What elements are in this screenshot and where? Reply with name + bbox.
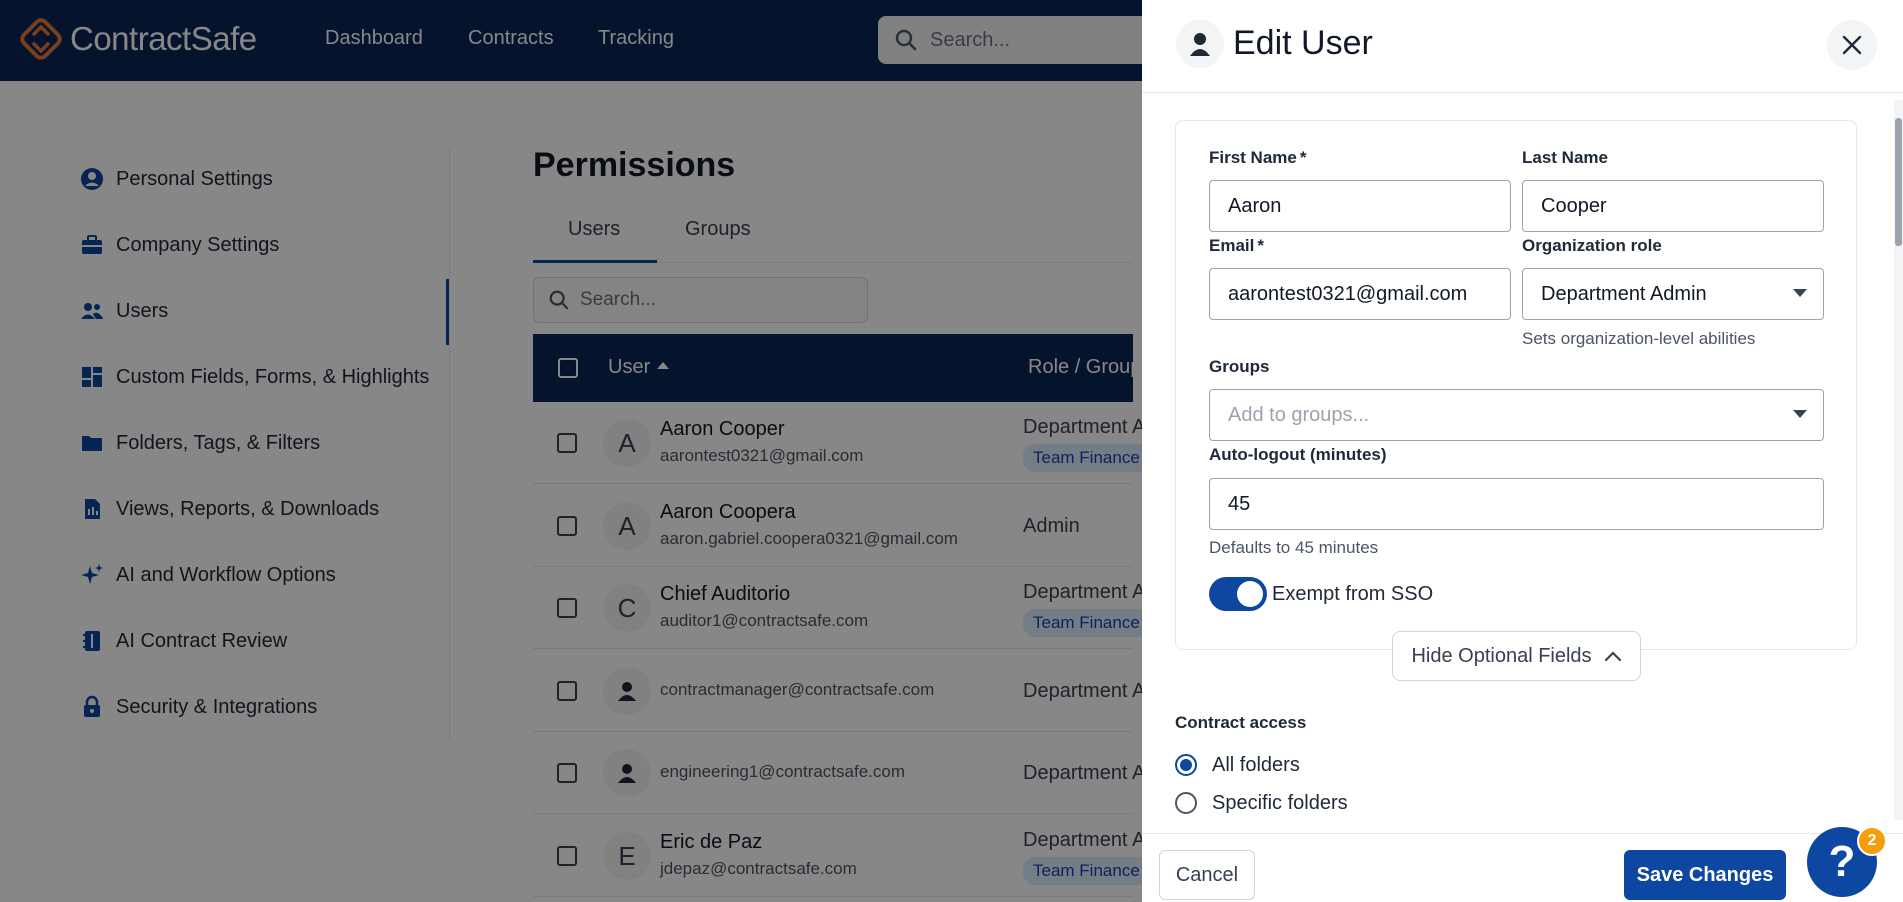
chevron-down-icon <box>1793 289 1807 297</box>
close-icon <box>1842 35 1862 55</box>
radio-specific-folders[interactable] <box>1175 792 1197 814</box>
hide-optional-fields-label: Hide Optional Fields <box>1411 644 1592 667</box>
toggle-knob <box>1237 581 1263 607</box>
radio-all-folders[interactable] <box>1175 754 1197 776</box>
drawer-header: Edit User <box>1142 0 1903 93</box>
groups-select[interactable]: Add to groups... <box>1209 389 1824 441</box>
first-name-field[interactable]: Aaron <box>1209 180 1511 232</box>
auto-logout-hint: Defaults to 45 minutes <box>1209 538 1379 557</box>
cancel-button[interactable]: Cancel <box>1159 850 1255 900</box>
email-field[interactable]: aarontest0321@gmail.com <box>1209 268 1511 320</box>
help-icon: ? <box>1828 837 1856 886</box>
drawer-scrollbar-thumb[interactable] <box>1895 118 1902 246</box>
organization-role-hint: Sets organization-level abilities <box>1522 329 1756 348</box>
exempt-sso-toggle[interactable] <box>1209 577 1267 611</box>
first-name-label-text: First Name <box>1209 148 1297 167</box>
radio-specific-folders-label[interactable]: Specific folders <box>1212 792 1348 815</box>
required-mark: * <box>1257 236 1264 255</box>
groups-placeholder: Add to groups... <box>1228 403 1370 426</box>
organization-role-label: Organization role <box>1522 236 1662 255</box>
first-name-label: First Name * <box>1209 148 1307 168</box>
save-changes-button[interactable]: Save Changes <box>1624 850 1786 900</box>
close-button[interactable] <box>1827 20 1877 70</box>
chevron-down-icon <box>1793 410 1807 418</box>
email-label-text: Email <box>1209 236 1255 255</box>
radio-all-folders-label[interactable]: All folders <box>1212 754 1300 777</box>
auto-logout-label: Auto-logout (minutes) <box>1209 445 1387 464</box>
hide-optional-fields-button[interactable]: Hide Optional Fields <box>1392 631 1641 681</box>
chevron-up-icon <box>1604 651 1621 662</box>
required-mark: * <box>1299 148 1307 167</box>
help-notification-badge: 2 <box>1857 826 1887 856</box>
groups-label: Groups <box>1209 357 1270 376</box>
organization-role-select[interactable]: Department Admin <box>1522 268 1824 320</box>
auto-logout-field[interactable]: 45 <box>1209 478 1824 530</box>
last-name-label: Last Name <box>1522 148 1608 167</box>
drawer-footer <box>1142 833 1903 902</box>
exempt-sso-label: Exempt from SSO <box>1272 583 1434 605</box>
organization-role-value: Department Admin <box>1541 282 1707 305</box>
email-label: Email * <box>1209 236 1264 256</box>
person-icon <box>1176 20 1224 68</box>
drawer-title: Edit User <box>1233 24 1373 62</box>
last-name-field[interactable]: Cooper <box>1522 180 1824 232</box>
contract-access-label: Contract access <box>1175 713 1307 732</box>
